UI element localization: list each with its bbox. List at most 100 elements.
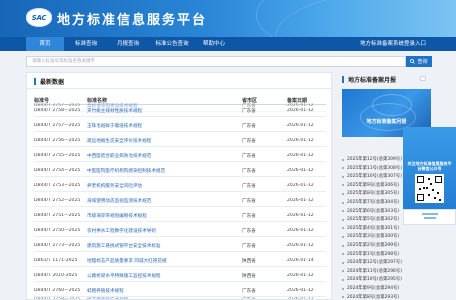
filing-date-cell: 2026-01-14: [287, 258, 314, 263]
filing-date-cell: 2026-01-12: [287, 243, 314, 248]
province-cell: 广东省: [242, 229, 256, 234]
search-icon: [410, 59, 416, 64]
province-cell: 广东省: [242, 244, 256, 249]
table-row[interactable]: DB44/T 2757—2025 玉珠毛斑鲜于栽培技术规程 广东省 2026-01-1…: [34, 120, 326, 132]
province-cell: 广东省: [242, 184, 256, 189]
province-cell: 广东省: [242, 139, 256, 144]
standard-name-cell[interactable]: 养老机构服务安全风险评估: [87, 183, 237, 189]
table-row[interactable]: DB44/T 2759—2025梅花鹿养殖技术规程广东省2026-01-12: [34, 294, 326, 299]
sac-logo[interactable]: SAC: [26, 8, 52, 27]
bullet-icon: [342, 235, 344, 238]
more-button[interactable]: [420, 76, 426, 81]
province-cell: 陕西省: [242, 259, 256, 264]
table-row[interactable]: DB44/T 2773—2025 建筑施工悬挑式钢平台安全技术标准 广东省 2026-…: [34, 240, 326, 252]
standard-number-cell: DB44/T 2751—2025: [34, 213, 81, 218]
panel-header: 最新数据: [27, 73, 331, 89]
bullet-icon: [342, 201, 344, 204]
standard-number-cell: DB44/T 2755—2025: [34, 153, 81, 158]
standard-name-cell[interactable]: 农村供水工程数字化建设技术导则: [87, 228, 237, 234]
table-row[interactable]: DB44/T 2755—2025 中西医结合职业病防治技术规范 广东省 2026-01…: [34, 150, 326, 162]
sidebar-title: 地方标准备案月报: [348, 77, 397, 84]
bullet-icon: [342, 175, 344, 178]
standard-name-cell[interactable]: 公路桥梁水平特殊施工监控技术规程: [87, 273, 237, 279]
standard-number-cell: DB44/T 2010-2025: [34, 273, 78, 278]
bullet-icon: [342, 210, 344, 213]
standard-number-cell: DB44/T 2753—2025: [34, 183, 81, 188]
qr-code-icon: [415, 174, 444, 203]
monthly-report-label: 2025年第12号(总第309号): [347, 157, 402, 162]
monthly-report-label: 2025年第7号(总第304号): [347, 200, 400, 205]
filing-system-login-link[interactable]: 地方标准备案系统登录入口: [360, 37, 426, 51]
province-cell: 广东省: [242, 169, 256, 174]
filing-date-cell: 2026-01-12: [287, 228, 314, 233]
standard-number-cell: DB44/T 2752—2025: [34, 198, 81, 203]
monthly-report-label: 2024年第11号(总第296号): [347, 268, 402, 274]
standard-name-cell[interactable]: 建筑施工悬挑式钢平台安全技术标准: [87, 243, 237, 249]
standard-name-cell[interactable]: 疏远地摊生态安全评价技术规程: [87, 138, 237, 144]
nav-help-center[interactable]: 帮助中心: [196, 37, 232, 51]
table-row[interactable]: DB44/T 2751—2025 市级海岸带规划编制技术规程 广东省 2026-01-…: [34, 210, 326, 222]
table-row[interactable]: DB44/T 2750—2025 农村供水工程数字化建设技术导则 广东省 2026-0…: [34, 225, 326, 237]
title-accent-bar: [342, 76, 344, 83]
standard-name-cell[interactable]: 中西医结合职业病防治技术规范: [87, 153, 237, 159]
monthly-report-label: 2025年第4号(总第301号): [347, 225, 400, 231]
table-row[interactable]: DB44/T 2753—2025 养老机构服务安全风险评估 广东省 2026-01-1…: [34, 180, 326, 192]
nav-monthly-report-query[interactable]: 月报查询: [108, 37, 148, 51]
province-cell: 陕西省: [242, 274, 256, 279]
standard-name-cell[interactable]: 海域使用动态监视监测技术规范: [87, 198, 237, 204]
search-button[interactable]: 查询: [406, 56, 432, 67]
search-input[interactable]: 请输入标准号或标准名称关键字: [26, 56, 406, 67]
bullet-icon: [342, 218, 344, 221]
province-cell: 广东省: [242, 214, 256, 219]
filing-date-cell: 2026-01-12: [287, 213, 314, 218]
province-cell: 广东省: [242, 124, 256, 129]
bullet-icon: [342, 287, 344, 290]
standard-number-cell: DB44/T 2754—2025: [34, 168, 81, 173]
scroll-to-top-button[interactable]: [403, 209, 456, 225]
sidebar-header: 地方标准备案月报: [339, 72, 429, 86]
filing-date-cell: 2026-01-12: [287, 273, 314, 278]
site-header: SAC 地方标准信息服务平台: [0, 0, 456, 37]
standard-name-cell[interactable]: 夹竹桃主线材性质技术规程: [87, 108, 237, 114]
standard-name-cell[interactable]: 地理标志产品质量要求 同城大红袍花椒: [87, 258, 237, 264]
panel-title: 最新数据: [40, 79, 65, 86]
standard-number-cell: DB44/T 2756—2025: [34, 138, 81, 143]
filing-date-cell: 2026-01-12: [287, 153, 314, 158]
site-title: 地方标准信息服务平台: [57, 13, 208, 28]
title-accent-bar: [34, 78, 36, 85]
monthly-report-label: 2025年第8号(总第305号): [347, 191, 400, 197]
monthly-report-label: 2025年第10号(总第307号): [347, 174, 402, 180]
filing-date-cell: 2026-01-12: [287, 138, 314, 143]
monthly-report-label: 2024年第8号(总第293号): [347, 294, 400, 300]
bullet-icon: [342, 278, 344, 281]
standard-name-cell[interactable]: 玉珠毛斑鲜于栽培技术规程: [87, 123, 237, 129]
monthly-report-item[interactable]: 2024年第8号(总第293号): [342, 293, 428, 300]
nav-announcement-query[interactable]: 标准公告查询: [148, 37, 196, 51]
standard-number-cell: DB44/T 2773—2025: [34, 243, 81, 248]
nav-standard-query[interactable]: 标准查询: [66, 37, 106, 51]
bullet-icon: [342, 261, 344, 264]
monthly-report-label: 2025年第11号(总第308号): [347, 165, 402, 171]
standard-name-cell[interactable]: 市级海岸带规划编制技术规程: [87, 213, 237, 219]
wechat-follow-panel: 关注地方标准信息服务平台微信公众号: [403, 127, 456, 225]
standard-number-cell: DB44/T 2758—2025: [34, 108, 81, 113]
search-bar: 请输入标准号或标准名称关键字 查询: [26, 56, 432, 67]
monthly-report-label: 2024年第12号(总第297号): [347, 260, 402, 266]
table-row[interactable]: DB44/T 2754—2025 中医医院医疗机构院感染控制技术规范 广东省 2026…: [34, 165, 326, 177]
table-row[interactable]: DB61/T 1171-2025 地理标志产品质量要求 同城大红袍花椒 陕西省 202…: [34, 255, 326, 267]
monthly-report-label: 2025年第6号(总第303号): [347, 208, 400, 214]
monthly-report-label: 2025年第2号(总第299号): [347, 243, 400, 248]
logo-text: SAC: [31, 13, 47, 22]
bullet-icon: [342, 158, 344, 161]
table-row[interactable]: DB44/T 2752—2025 海域使用动态监视监测技术规范 广东省 2026-01…: [34, 195, 326, 207]
table-row[interactable]: DB44/T 2758—2025 夹竹桃主线材性质技术规程 广东省 2026-01-1…: [34, 105, 326, 117]
table-row[interactable]: DB44/T 2756—2025 疏远地摊生态安全评价技术规程 广东省 2026-01…: [34, 135, 326, 147]
filing-date-cell: 2026-01-12: [287, 168, 314, 173]
province-cell: 广东省: [242, 109, 256, 114]
province-cell: 广东省: [242, 199, 256, 204]
latest-data-panel: 最新数据 标准号 标准名称 省市区 备案日期 DB44/T 2757—2025 高…: [26, 72, 332, 300]
nav-home[interactable]: 首页: [26, 37, 64, 51]
table-row[interactable]: DB44/T 2010-2025 公路桥梁水平特殊施工监控技术规程 陕西省 2026-…: [34, 270, 326, 282]
standard-name-cell[interactable]: 中医医院医疗机构院感染控制技术规范: [87, 168, 237, 174]
monthly-report-label: 2025年第3号(总第300号): [347, 234, 400, 240]
